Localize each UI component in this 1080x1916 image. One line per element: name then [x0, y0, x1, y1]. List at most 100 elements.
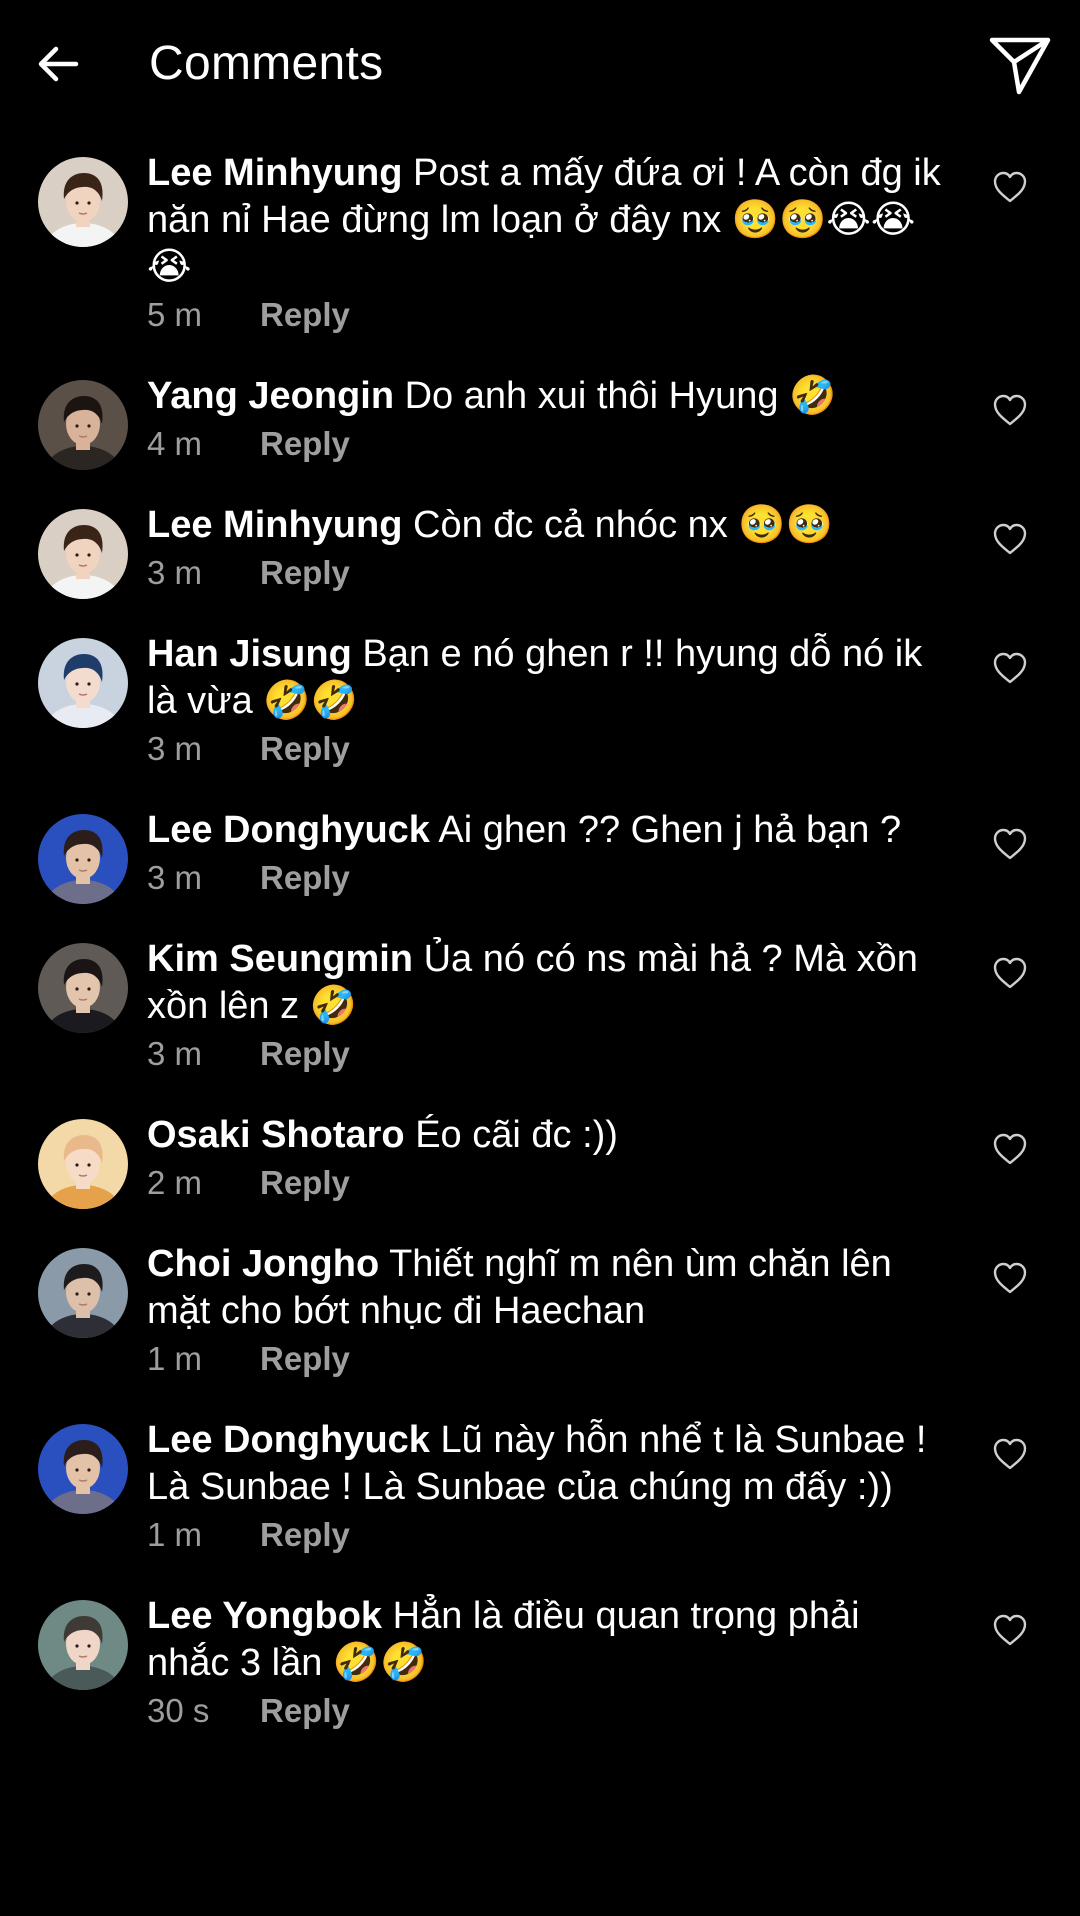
- avatar[interactable]: [38, 1424, 128, 1514]
- heart-icon[interactable]: [992, 1261, 1028, 1295]
- avatar-image: [38, 1424, 128, 1514]
- reply-button[interactable]: Reply: [260, 729, 350, 769]
- comment-text: Kim Seungmin Ủa nó có ns mài hả ? Mà xồn…: [147, 936, 947, 1030]
- comment-body: Osaki Shotaro Éo cãi đc :)) 2 m Reply: [147, 1112, 947, 1203]
- comment-body: Yang Jeongin Do anh xui thôi Hyung 🤣 4 m…: [147, 373, 947, 464]
- comment-item: Lee Yongbok Hẳn là điều quan trọng phải …: [0, 1593, 1080, 1731]
- comment-body: Lee Donghyuck Ai ghen ?? Ghen j hả bạn ?…: [147, 807, 947, 898]
- comment-content: Do anh xui thôi Hyung 🤣: [404, 375, 837, 417]
- comment-meta: 5 m Reply: [147, 295, 947, 335]
- comment-text: Lee Donghyuck Ai ghen ?? Ghen j hả bạn ?: [147, 807, 947, 854]
- avatar[interactable]: [38, 1119, 128, 1209]
- comment-body: Choi Jongho Thiết nghĩ m nên ùm chăn lên…: [147, 1241, 947, 1379]
- reply-button[interactable]: Reply: [260, 858, 350, 898]
- heart-icon[interactable]: [992, 522, 1028, 556]
- heart-icon[interactable]: [992, 651, 1028, 685]
- comment-body: Kim Seungmin Ủa nó có ns mài hả ? Mà xồn…: [147, 936, 947, 1074]
- comment-text: Lee Yongbok Hẳn là điều quan trọng phải …: [147, 1593, 947, 1687]
- reply-button[interactable]: Reply: [260, 1691, 350, 1731]
- comment-timestamp: 2 m: [147, 1164, 203, 1201]
- avatar[interactable]: [38, 814, 128, 904]
- heart-icon[interactable]: [992, 1613, 1028, 1647]
- comment-item: Lee Donghyuck Ai ghen ?? Ghen j hả bạn ?…: [0, 807, 1080, 904]
- comment-username[interactable]: Osaki Shotaro: [147, 1114, 405, 1156]
- comment-meta: 3 m Reply: [147, 553, 947, 593]
- reply-button[interactable]: Reply: [260, 424, 350, 464]
- reply-button[interactable]: Reply: [260, 553, 350, 593]
- avatar[interactable]: [38, 638, 128, 728]
- comment-text: Lee Minhyung Post a mấy đứa ơi ! A còn đ…: [147, 150, 947, 291]
- comment-username[interactable]: Lee Minhyung: [147, 504, 402, 546]
- comment-meta: 4 m Reply: [147, 424, 947, 464]
- top-bar: Comments: [0, 0, 1080, 130]
- heart-icon[interactable]: [992, 827, 1028, 861]
- comment-timestamp: 1 m: [147, 1340, 203, 1377]
- avatar-image: [38, 1119, 128, 1209]
- comment-list: Lee Minhyung Post a mấy đứa ơi ! A còn đ…: [0, 150, 1080, 1769]
- comment-meta: 3 m Reply: [147, 729, 947, 769]
- avatar-image: [38, 157, 128, 247]
- reply-button[interactable]: Reply: [260, 1034, 350, 1074]
- comment-username[interactable]: Kim Seungmin: [147, 938, 413, 980]
- comment-text: Lee Minhyung Còn đc cả nhóc nx 🥹🥹: [147, 502, 947, 549]
- comment-body: Han Jisung Bạn e nó ghen r !! hyung dỗ n…: [147, 631, 947, 769]
- comment-item: Lee Minhyung Post a mấy đứa ơi ! A còn đ…: [0, 150, 1080, 335]
- comment-text: Osaki Shotaro Éo cãi đc :)): [147, 1112, 947, 1159]
- comment-meta: 1 m Reply: [147, 1515, 947, 1555]
- reply-button[interactable]: Reply: [260, 1339, 350, 1379]
- heart-icon[interactable]: [992, 1132, 1028, 1166]
- comment-meta: 3 m Reply: [147, 1034, 947, 1074]
- heart-icon[interactable]: [992, 956, 1028, 990]
- comment-content: Ai ghen ?? Ghen j hả bạn ?: [438, 809, 902, 851]
- comment-item: Choi Jongho Thiết nghĩ m nên ùm chăn lên…: [0, 1241, 1080, 1379]
- reply-button[interactable]: Reply: [260, 1163, 350, 1203]
- avatar-image: [38, 943, 128, 1033]
- comment-username[interactable]: Yang Jeongin: [147, 375, 394, 417]
- comment-timestamp: 30 s: [147, 1692, 210, 1729]
- comment-content: Còn đc cả nhóc nx 🥹🥹: [413, 504, 833, 546]
- comment-body: Lee Minhyung Còn đc cả nhóc nx 🥹🥹 3 m Re…: [147, 502, 947, 593]
- comment-username[interactable]: Lee Donghyuck: [147, 1419, 430, 1461]
- comment-item: Osaki Shotaro Éo cãi đc :)) 2 m Reply: [0, 1112, 1080, 1209]
- paper-plane-icon[interactable]: [988, 34, 1052, 98]
- avatar[interactable]: [38, 1248, 128, 1338]
- comment-body: Lee Minhyung Post a mấy đứa ơi ! A còn đ…: [147, 150, 947, 335]
- avatar[interactable]: [38, 1600, 128, 1690]
- heart-icon[interactable]: [992, 1437, 1028, 1471]
- comment-item: Lee Minhyung Còn đc cả nhóc nx 🥹🥹 3 m Re…: [0, 502, 1080, 599]
- comment-timestamp: 3 m: [147, 859, 203, 896]
- avatar[interactable]: [38, 509, 128, 599]
- comment-text: Yang Jeongin Do anh xui thôi Hyung 🤣: [147, 373, 947, 420]
- comment-username[interactable]: Lee Donghyuck: [147, 809, 430, 851]
- comment-username[interactable]: Han Jisung: [147, 633, 352, 675]
- comment-username[interactable]: Lee Minhyung: [147, 152, 402, 194]
- comment-content: Éo cãi đc :)): [415, 1114, 618, 1156]
- avatar[interactable]: [38, 380, 128, 470]
- reply-button[interactable]: Reply: [260, 295, 350, 335]
- comment-timestamp: 5 m: [147, 296, 203, 333]
- comment-timestamp: 1 m: [147, 1516, 203, 1553]
- page-title: Comments: [149, 37, 384, 90]
- comment-username[interactable]: Choi Jongho: [147, 1243, 379, 1285]
- avatar-image: [38, 509, 128, 599]
- avatar-image: [38, 380, 128, 470]
- heart-icon[interactable]: [992, 170, 1028, 204]
- comment-timestamp: 3 m: [147, 730, 203, 767]
- comment-meta: 3 m Reply: [147, 858, 947, 898]
- comment-username[interactable]: Lee Yongbok: [147, 1595, 382, 1637]
- back-arrow-icon[interactable]: [34, 40, 82, 88]
- comment-item: Yang Jeongin Do anh xui thôi Hyung 🤣 4 m…: [0, 373, 1080, 470]
- comment-text: Choi Jongho Thiết nghĩ m nên ùm chăn lên…: [147, 1241, 947, 1335]
- comment-meta: 30 s Reply: [147, 1691, 947, 1731]
- avatar[interactable]: [38, 157, 128, 247]
- heart-icon[interactable]: [992, 393, 1028, 427]
- avatar-image: [38, 814, 128, 904]
- avatar[interactable]: [38, 943, 128, 1033]
- comment-text: Lee Donghyuck Lũ này hỗn nhể t là Sunbae…: [147, 1417, 947, 1511]
- comment-meta: 1 m Reply: [147, 1339, 947, 1379]
- avatar-image: [38, 638, 128, 728]
- comment-item: Lee Donghyuck Lũ này hỗn nhể t là Sunbae…: [0, 1417, 1080, 1555]
- reply-button[interactable]: Reply: [260, 1515, 350, 1555]
- avatar-image: [38, 1600, 128, 1690]
- comment-timestamp: 3 m: [147, 554, 203, 591]
